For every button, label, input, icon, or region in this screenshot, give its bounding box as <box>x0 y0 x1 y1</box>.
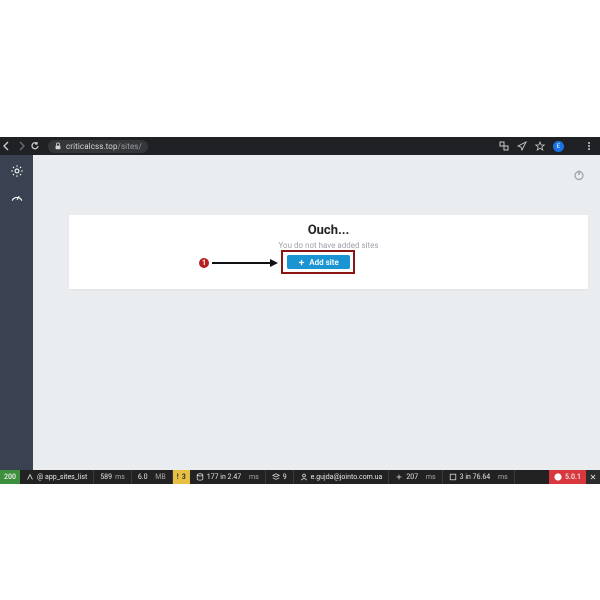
chrome-right-icons: E <box>499 141 564 152</box>
plus-icon <box>298 259 305 266</box>
chrome-menu-button[interactable] <box>588 142 590 150</box>
reload-icon <box>30 141 40 151</box>
database-icon <box>196 473 204 481</box>
back-button[interactable] <box>0 137 14 155</box>
browser-toolbar: criticalcss.top/sites/ E <box>0 137 600 155</box>
left-nav-rail <box>0 155 33 470</box>
forward-button[interactable] <box>14 137 28 155</box>
debug-http-status[interactable]: 200 <box>0 470 20 484</box>
lock-icon <box>54 142 62 150</box>
translate-icon[interactable] <box>499 141 509 151</box>
empty-state-subtitle: You do not have added sites <box>69 241 588 250</box>
user-icon <box>300 473 308 481</box>
symfony-debug-bar: 200 @ app_sites_list 589ms 6.0 MB !3 177… <box>0 470 600 484</box>
annotation-step-badge: 1 <box>199 258 209 268</box>
page-viewport: Ouch... You do not have added sites <box>0 155 600 470</box>
route-icon <box>26 473 34 481</box>
debug-user[interactable]: e.gujda@jointo.com.ua <box>294 470 390 484</box>
clock-icon <box>395 473 403 481</box>
send-icon[interactable] <box>517 141 527 151</box>
main-area: Ouch... You do not have added sites <box>33 155 600 470</box>
stack-icon <box>449 473 457 481</box>
star-icon[interactable] <box>535 141 545 151</box>
debug-route[interactable]: @ app_sites_list <box>20 470 94 484</box>
annotation-highlight-box: Add site <box>281 250 355 274</box>
debug-symfony-version[interactable]: 5.0.1 <box>549 470 586 484</box>
address-bar[interactable]: criticalcss.top/sites/ <box>48 140 148 153</box>
gauge-icon <box>10 191 24 205</box>
debug-cache[interactable]: 9 <box>266 470 294 484</box>
debug-extra1[interactable]: 207 ms <box>389 470 442 484</box>
debug-db[interactable]: 177 in 2.47 ms <box>190 470 266 484</box>
arrow-right-icon <box>16 141 26 151</box>
add-site-button[interactable]: Add site <box>287 255 350 269</box>
arrow-left-icon <box>2 141 12 151</box>
power-icon <box>573 169 585 181</box>
nav-speed[interactable] <box>10 191 24 205</box>
debug-memory[interactable]: 6.0 MB <box>132 470 173 484</box>
profile-avatar[interactable]: E <box>553 141 564 152</box>
url-text: criticalcss.top/sites/ <box>66 142 142 151</box>
reload-button[interactable] <box>28 137 42 155</box>
annotation-arrow <box>212 259 278 267</box>
debug-time[interactable]: 589ms <box>94 470 132 484</box>
gear-icon <box>10 164 24 178</box>
debug-close-button[interactable]: ✕ <box>586 470 600 484</box>
debug-extra2[interactable]: 3 in 76.64 ms <box>443 470 515 484</box>
nav-settings[interactable] <box>10 164 24 178</box>
layers-icon <box>272 473 280 481</box>
debug-warnings[interactable]: !3 <box>173 470 190 484</box>
add-site-button-label: Add site <box>309 258 339 267</box>
empty-state-title: Ouch... <box>69 223 588 238</box>
symfony-icon <box>554 473 562 481</box>
logout-button[interactable] <box>573 166 585 178</box>
